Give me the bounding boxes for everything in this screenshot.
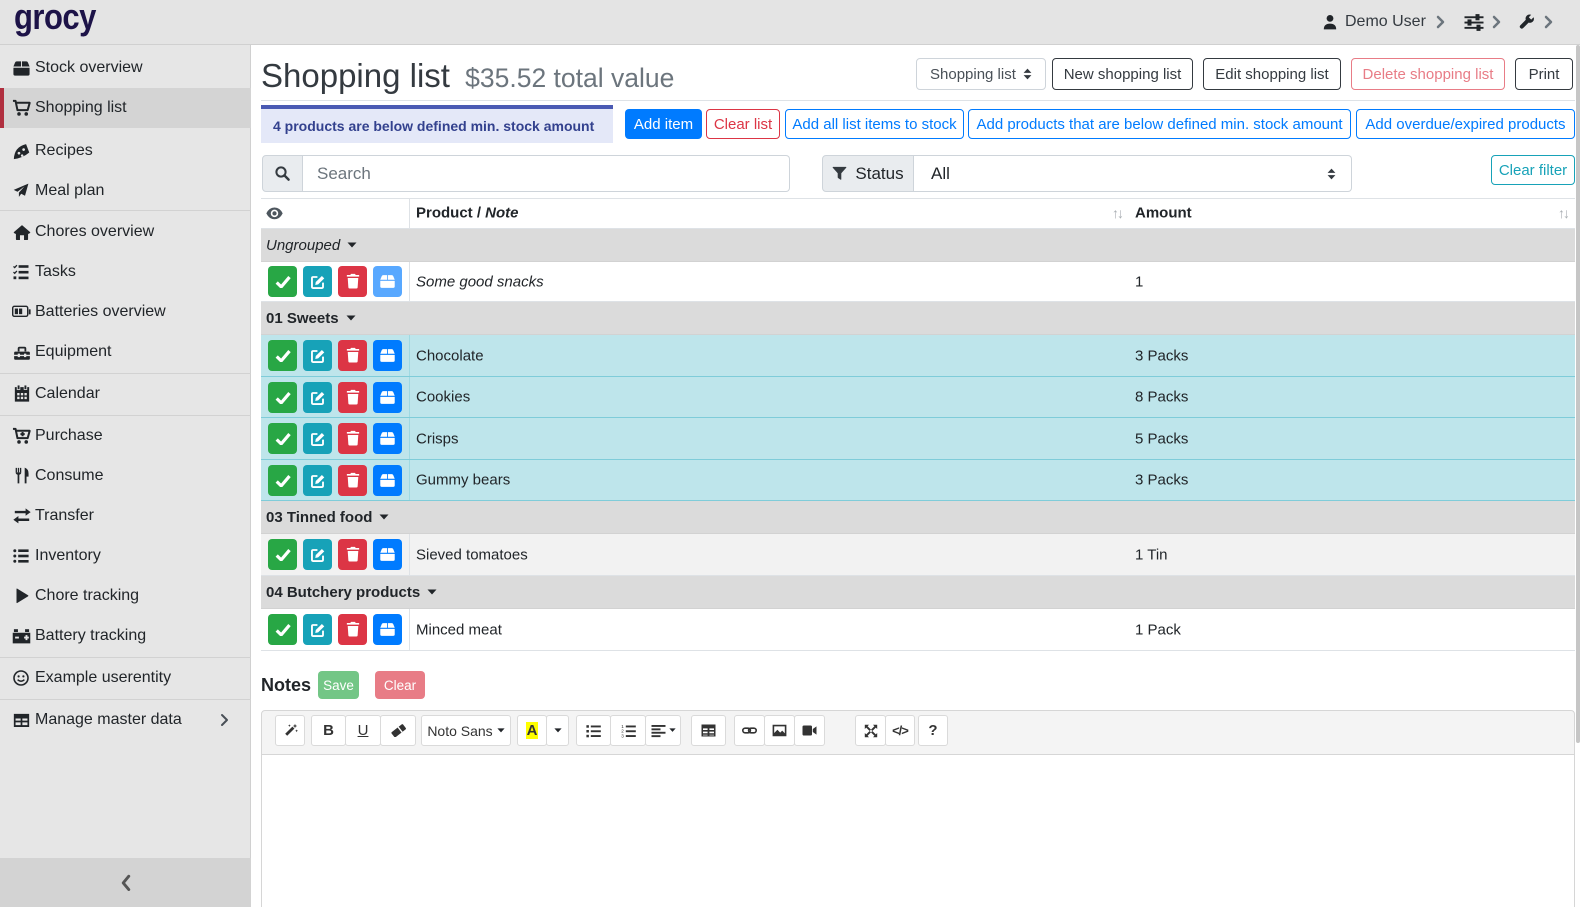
svg-text:3: 3	[621, 733, 624, 738]
